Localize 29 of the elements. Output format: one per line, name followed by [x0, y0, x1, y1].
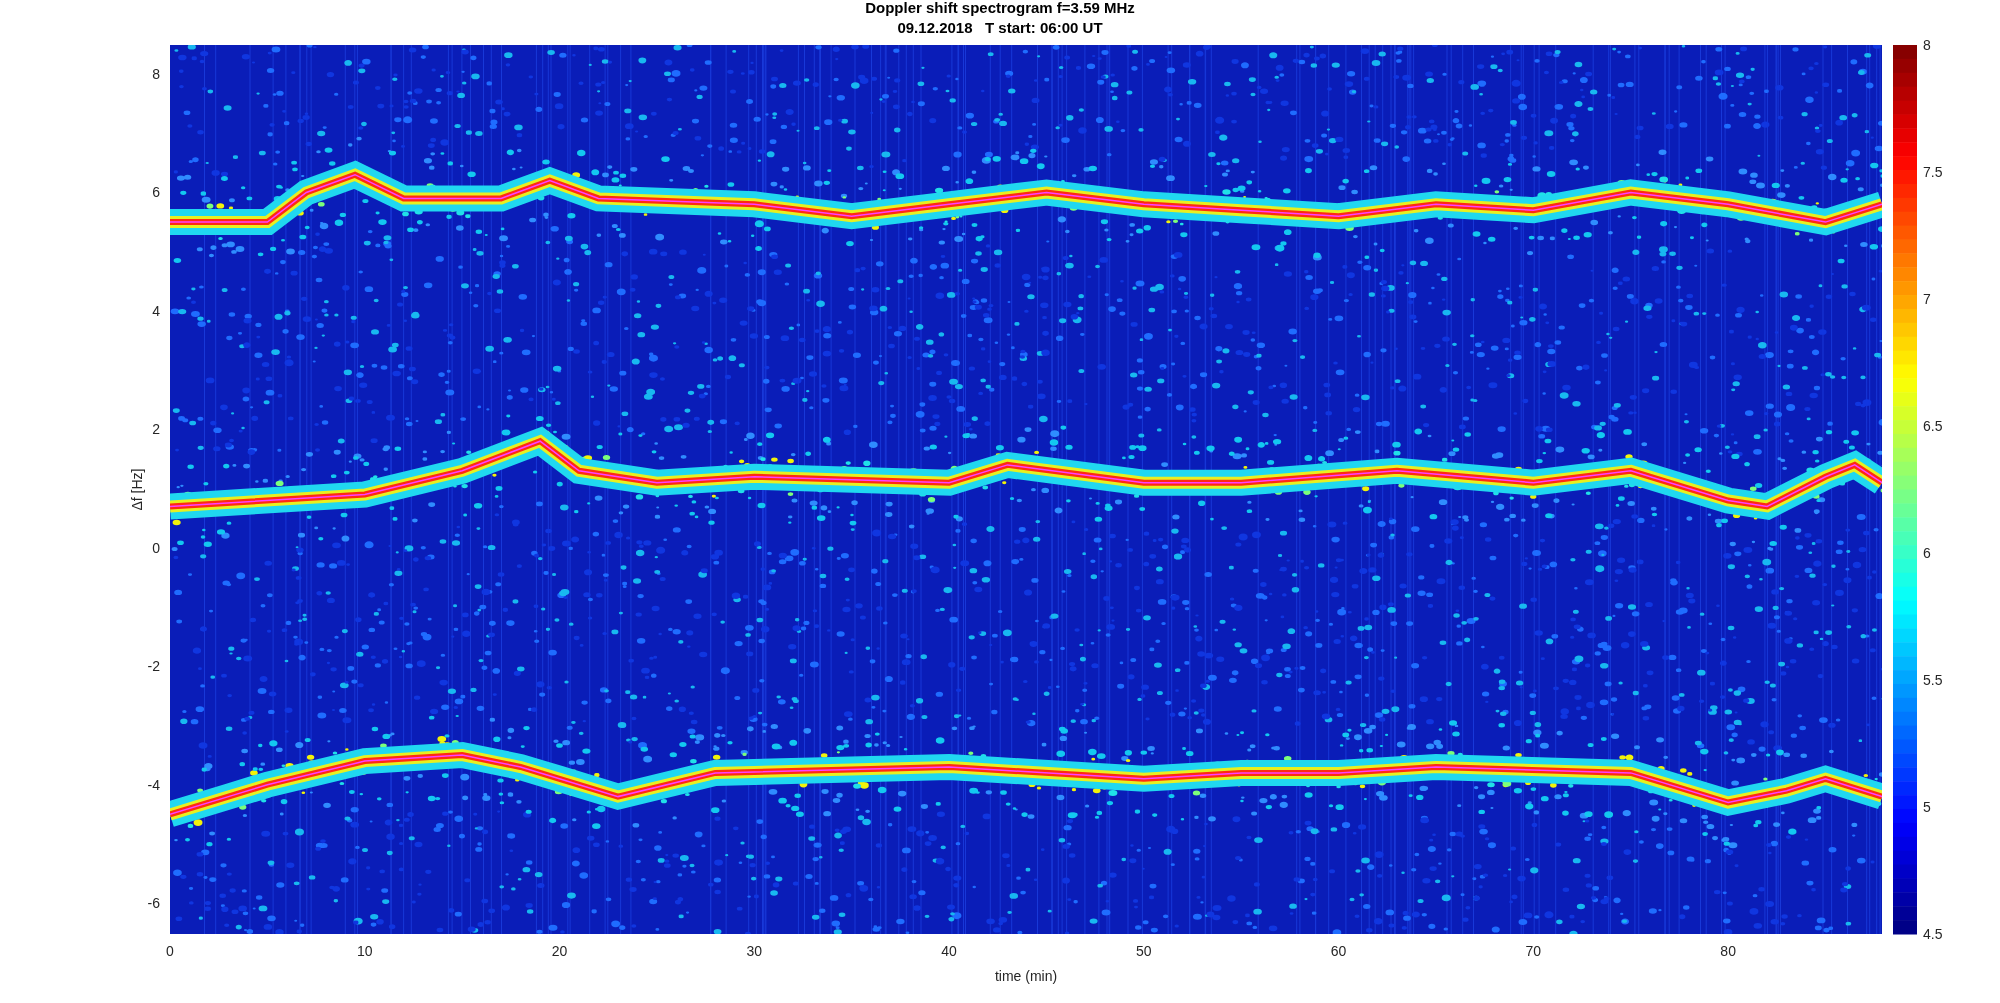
x-tick-label: 80	[1720, 943, 1736, 959]
y-tick-label: -6	[147, 895, 160, 912]
colorbar-tick-label: 8	[1923, 37, 1931, 53]
x-tick-label: 20	[551, 943, 568, 959]
y-tick-label: 2	[152, 421, 160, 438]
y-tick-label: -4	[147, 776, 160, 793]
y-axis-label: Δf [Hz]	[129, 468, 145, 511]
y-tick-label: 4	[152, 302, 160, 319]
x-axis-label: time (min)	[994, 968, 1058, 984]
x-tick-label: 60	[1330, 943, 1347, 959]
colorbar-tick-label: 7.5	[1923, 164, 1943, 180]
y-tick-label: 8	[152, 66, 160, 82]
x-tick-label: 40	[941, 943, 957, 959]
colorbar-tick-label: 4.5	[1923, 926, 1943, 942]
y-tick-label: -2	[147, 658, 160, 675]
x-tick-label: 10	[357, 943, 373, 959]
colorbar-tick-label: 5.5	[1923, 672, 1943, 688]
colorbar-tick-label: 6	[1923, 545, 1931, 561]
chart-title: Doppler shift spectrogram f=3.59 MHz	[865, 0, 1135, 17]
colorbar-tick-label: 5	[1923, 799, 1931, 815]
colorbar-tick-label: 6.5	[1923, 418, 1943, 434]
x-tick-label: 30	[746, 943, 763, 959]
y-tick-label: 0	[152, 539, 160, 556]
x-tick-label: 70	[1525, 943, 1542, 959]
x-tick-label: 50	[1136, 943, 1152, 959]
chart-subtitle: 09.12.2018 T start: 06:00 UT	[897, 18, 1103, 37]
y-tick-label: 6	[152, 184, 160, 201]
colorbar-tick-label: 7	[1923, 291, 1931, 307]
x-tick-label: 0	[166, 943, 174, 959]
